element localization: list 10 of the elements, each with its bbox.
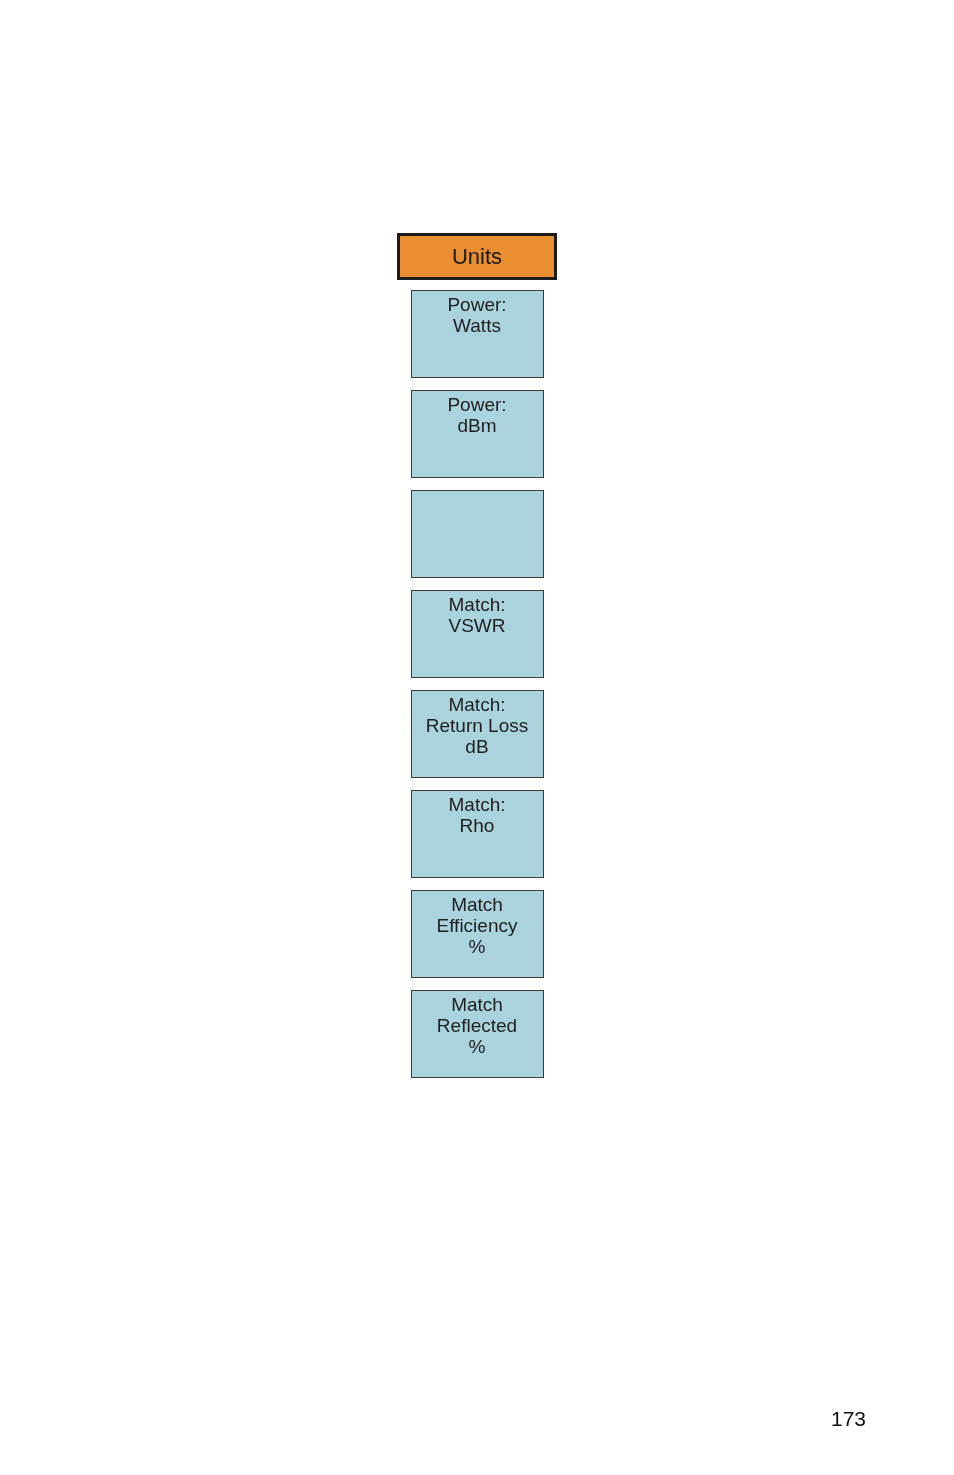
softkey-button[interactable]: Match Efficiency % (410, 890, 544, 978)
softkey-button[interactable]: Match: Rho (410, 790, 544, 878)
softkey-button[interactable]: Power: dBm (410, 390, 544, 478)
softkey-button[interactable]: Match: VSWR (410, 590, 544, 678)
menu-title: Units (397, 233, 557, 280)
softkey-button[interactable]: Match: Return Loss dB (410, 690, 544, 778)
softkey-button[interactable]: Match Reflected % (410, 990, 544, 1078)
blank-softkey-button[interactable] (410, 490, 544, 578)
page-number: 173 (830, 1407, 866, 1431)
softkey-button[interactable]: Power: Watts (410, 290, 544, 378)
